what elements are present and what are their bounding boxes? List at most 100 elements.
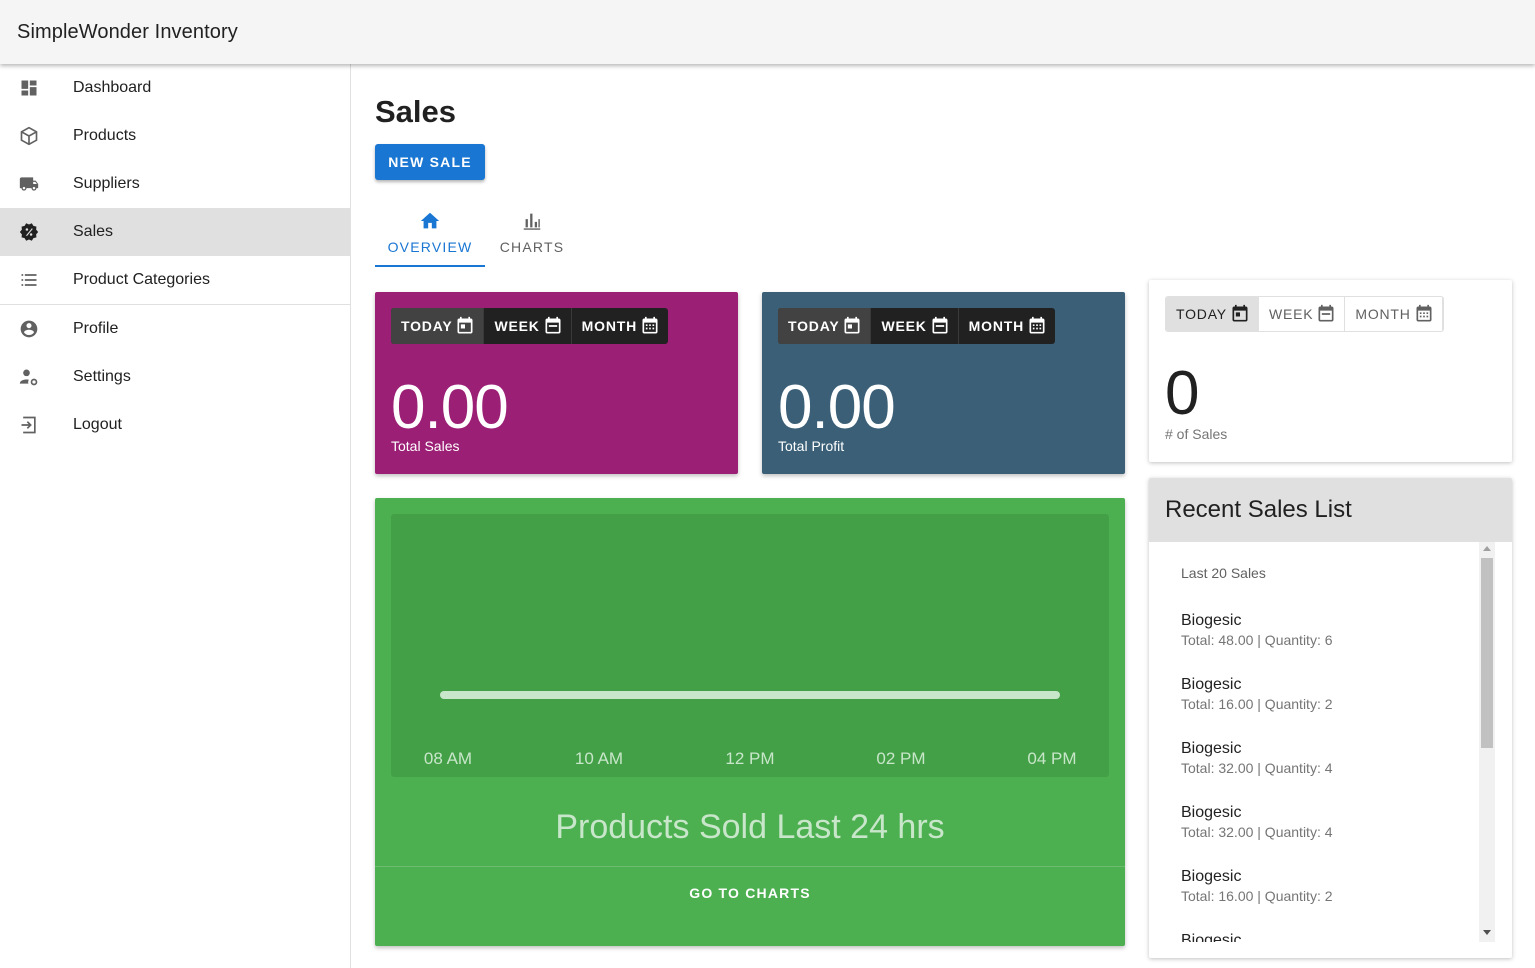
sale-details: Total: 32.00 | Quantity: 4 — [1181, 760, 1333, 776]
week-toggle-button[interactable]: WEEK — [484, 308, 572, 344]
x-tick-label: 02 PM — [876, 749, 925, 768]
toggle-label: WEEK — [1268, 306, 1314, 322]
go-to-charts-button[interactable]: GO TO CHARTS — [375, 885, 1125, 901]
list-item[interactable]: Biogesic Total: 32.00 | Quantity: 4 — [1181, 740, 1333, 776]
toggle-label: TODAY — [1176, 306, 1227, 322]
active-tab-indicator — [375, 265, 485, 267]
list-item[interactable]: Biogesic Total: 48.00 | Quantity: 6 — [1181, 612, 1333, 648]
total-sales-card: TODAY WEEK MONTH 0.00 Total Sales — [375, 292, 738, 474]
sidebar-item-sales[interactable]: Sales — [0, 208, 350, 256]
list-icon — [21, 274, 37, 286]
calendar-week-icon — [1318, 304, 1334, 322]
x-tick-label: 04 PM — [1027, 749, 1076, 768]
sale-product-name: Biogesic — [1181, 612, 1242, 629]
list-subheader: Last 20 Sales — [1181, 565, 1266, 581]
today-toggle-button[interactable]: TODAY — [1166, 297, 1259, 331]
toggle-label: MONTH — [1355, 306, 1411, 322]
tab-label: CHARTS — [499, 239, 565, 255]
page-title: Sales — [375, 94, 457, 129]
x-tick-label: 08 AM — [424, 749, 472, 768]
month-toggle-button[interactable]: MONTH — [1345, 297, 1443, 331]
sidebar-item-label: Products — [73, 127, 137, 144]
sidebar-nav: Dashboard Products Suppliers Sales Produ… — [0, 64, 351, 968]
calendar-week-icon — [545, 316, 561, 334]
toggle-label: MONTH — [968, 318, 1024, 334]
chart-divider — [375, 866, 1125, 867]
month-toggle-button[interactable]: MONTH — [959, 308, 1055, 344]
sidebar-item-logout[interactable]: Logout — [0, 401, 350, 449]
main-content: Sales NEW SALE OVERVIEW CHARTS TODAY WEE… — [351, 64, 1535, 968]
sidebar-item-settings[interactable]: Settings — [0, 353, 350, 401]
sale-product-name: Biogesic — [1181, 804, 1242, 821]
sale-product-name: Biogesic — [1181, 740, 1242, 757]
chart-area: 08 AM 10 AM 12 PM 02 PM 04 PM — [391, 514, 1109, 777]
scroll-down-arrow-icon[interactable] — [1483, 930, 1491, 935]
sidebar-item-dashboard[interactable]: Dashboard — [0, 64, 350, 112]
sales-badge-icon — [19, 223, 39, 241]
toggle-label: TODAY — [401, 318, 453, 334]
sale-details: Total: 16.00 | Quantity: 2 — [1181, 888, 1333, 904]
logout-icon — [21, 416, 36, 434]
account-circle-icon — [20, 320, 38, 338]
calendar-week-icon — [932, 316, 948, 334]
calendar-today-icon — [457, 316, 473, 334]
x-tick-label: 10 AM — [575, 749, 623, 768]
tab-label: OVERVIEW — [387, 239, 473, 255]
tab-charts[interactable]: CHARTS — [477, 204, 587, 268]
week-toggle-button[interactable]: WEEK — [1259, 297, 1346, 331]
sidebar-item-label: Profile — [73, 320, 119, 337]
sidebar-item-label: Logout — [73, 416, 122, 433]
sale-product-name: Biogesic — [1181, 868, 1242, 885]
list-item[interactable]: Biogesic — [1181, 932, 1241, 942]
list-item[interactable]: Biogesic Total: 16.00 | Quantity: 2 — [1181, 868, 1333, 904]
products-sold-chart: 08 AM 10 AM 12 PM 02 PM 04 PM — [424, 691, 1077, 768]
sale-details: Total: 48.00 | Quantity: 6 — [1181, 632, 1333, 648]
sale-details: Total: 32.00 | Quantity: 4 — [1181, 824, 1333, 840]
sidebar-item-label: Dashboard — [73, 79, 152, 96]
list-item[interactable]: Biogesic Total: 16.00 | Quantity: 2 — [1181, 676, 1333, 712]
sidebar-item-suppliers[interactable]: Suppliers — [0, 160, 350, 208]
toggle-label: TODAY — [788, 318, 840, 334]
sidebar-item-label: Product Categories — [73, 271, 210, 288]
user-settings-icon — [19, 369, 38, 386]
range-toggle: TODAY WEEK MONTH — [391, 308, 668, 344]
chart-caption: Products Sold Last 24 hrs — [555, 808, 945, 846]
tab-overview[interactable]: OVERVIEW — [375, 204, 485, 268]
calendar-today-icon — [844, 316, 860, 334]
sidebar-item-products[interactable]: Products — [0, 112, 350, 160]
total-sales-label: Total Sales — [391, 438, 460, 454]
month-toggle-button[interactable]: MONTH — [572, 308, 668, 344]
products-sold-chart-card: 08 AM 10 AM 12 PM 02 PM 04 PM Products Sold … — [375, 498, 1125, 946]
num-sales-card: TODAY WEEK MONTH 0 # of Sales — [1149, 280, 1512, 462]
week-toggle-button[interactable]: WEEK — [871, 308, 959, 344]
bar-chart-icon — [523, 213, 541, 230]
total-profit-card: TODAY WEEK MONTH 0.00 Total Profit — [762, 292, 1125, 474]
list-item[interactable]: Biogesic Total: 32.00 | Quantity: 4 — [1181, 804, 1333, 840]
x-tick-label: 12 PM — [725, 749, 774, 768]
products-icon — [20, 126, 38, 146]
today-toggle-button[interactable]: TODAY — [391, 308, 485, 344]
app-title: SimpleWonder Inventory — [17, 20, 238, 43]
sidebar-item-profile[interactable]: Profile — [0, 305, 350, 353]
toggle-label: MONTH — [581, 318, 637, 334]
dashboard-icon — [21, 80, 37, 96]
calendar-today-icon — [1232, 304, 1248, 322]
home-icon — [420, 212, 440, 229]
app-bar: SimpleWonder Inventory — [0, 0, 1535, 64]
sidebar-item-product-categories[interactable]: Product Categories — [0, 256, 350, 304]
new-sale-button[interactable]: NEW SALE — [375, 144, 485, 180]
today-toggle-button[interactable]: TODAY — [778, 308, 872, 344]
total-profit-label: Total Profit — [778, 438, 845, 454]
toggle-label: WEEK — [881, 318, 927, 334]
scroll-up-arrow-icon[interactable] — [1483, 546, 1491, 551]
scrollbar-thumb[interactable] — [1481, 558, 1493, 748]
recent-sales-title: Recent Sales List — [1165, 496, 1352, 523]
recent-sales-header: Recent Sales List — [1149, 478, 1512, 542]
num-sales-label: # of Sales — [1165, 426, 1228, 442]
sidebar-item-label: Settings — [73, 368, 131, 385]
recent-sales-list[interactable]: Last 20 Sales Biogesic Total: 48.00 | Qu… — [1149, 542, 1495, 942]
toggle-label: WEEK — [494, 318, 540, 334]
num-sales-value: 0 — [1165, 359, 1199, 428]
recent-list-scrollbar[interactable] — [1479, 542, 1495, 942]
sidebar-item-label: Sales — [73, 223, 114, 240]
